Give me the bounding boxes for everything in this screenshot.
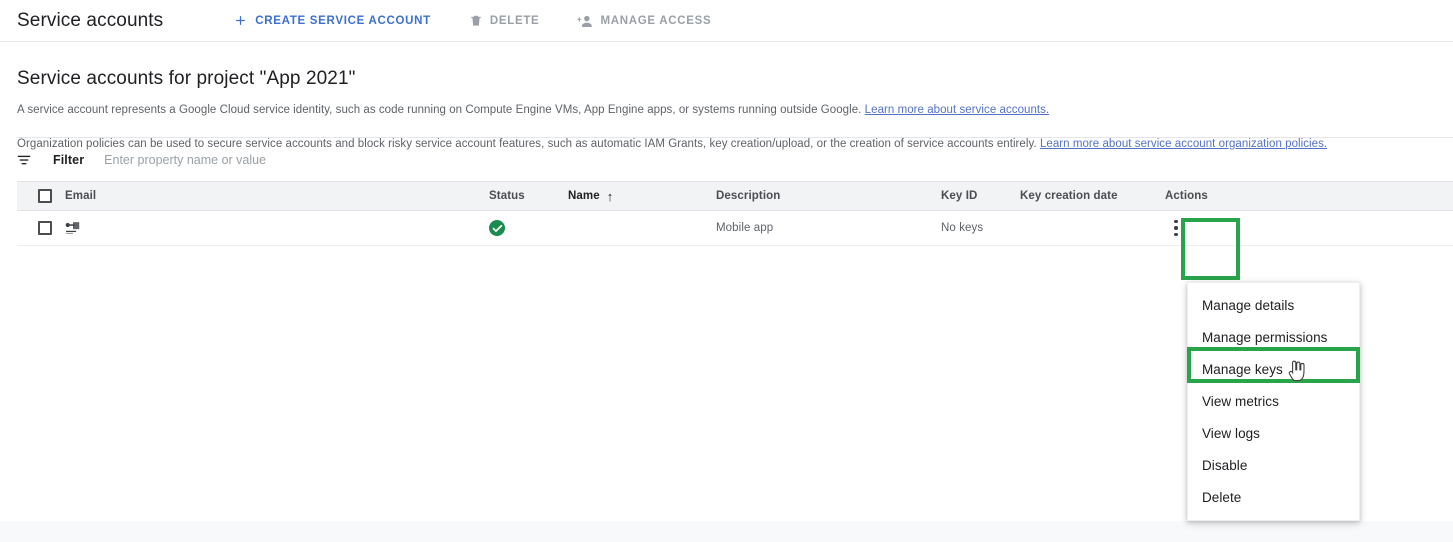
row-select-cell	[17, 221, 65, 235]
check-circle-icon	[489, 220, 505, 236]
column-header-status[interactable]: Status	[489, 190, 568, 202]
trash-icon	[469, 14, 483, 28]
filter-label: Filter	[53, 152, 85, 167]
menu-item-delete[interactable]: Delete	[1188, 481, 1359, 513]
manage-access-button[interactable]: MANAGE ACCESS	[569, 5, 719, 37]
person-add-icon	[577, 14, 593, 28]
service-accounts-page: Service accounts CREATE SERVICE ACCOUNT …	[0, 0, 1453, 542]
cell-status	[489, 220, 568, 236]
menu-item-manage-keys[interactable]: Manage keys	[1188, 353, 1359, 385]
cell-description: Mobile app	[716, 222, 774, 234]
filter-input[interactable]	[102, 151, 523, 168]
page-body: Service accounts for project "App 2021" …	[0, 42, 1453, 152]
menu-item-disable[interactable]: Disable	[1188, 449, 1359, 481]
cell-key-id: No keys	[941, 222, 984, 234]
cell-email	[65, 221, 489, 235]
menu-item-view-logs[interactable]: View logs	[1188, 417, 1359, 449]
description-1-text: A service account represents a Google Cl…	[17, 104, 862, 116]
column-header-email[interactable]: Email	[65, 190, 489, 202]
filter-bar: Filter	[17, 137, 1453, 181]
filter-icon[interactable]	[17, 153, 31, 167]
table-row[interactable]: Mobile app No keys	[17, 211, 1453, 246]
page-heading: Service accounts for project "App 2021"	[17, 68, 356, 89]
row-select-checkbox[interactable]	[38, 221, 52, 235]
create-service-account-label: CREATE SERVICE ACCOUNT	[255, 14, 431, 27]
menu-item-manage-details[interactable]: Manage details	[1188, 289, 1359, 321]
menu-item-manage-permissions[interactable]: Manage permissions	[1188, 321, 1359, 353]
cell-actions	[1165, 214, 1227, 242]
key-badge-icon	[65, 221, 81, 235]
service-accounts-table: Email Status Name ↑ Description Key ID K…	[17, 181, 1453, 246]
row-actions-menu: Manage details Manage permissions Manage…	[1187, 282, 1360, 521]
select-all-checkbox[interactable]	[38, 189, 52, 203]
column-header-key-creation-date[interactable]: Key creation date	[1020, 190, 1165, 202]
menu-item-view-metrics[interactable]: View metrics	[1188, 385, 1359, 417]
select-all-cell	[17, 189, 65, 203]
kebab-menu-icon[interactable]	[1165, 214, 1187, 242]
description-paragraph-1: A service account represents a Google Cl…	[17, 103, 1453, 119]
table-header-row: Email Status Name ↑ Description Key ID K…	[17, 181, 1453, 211]
delete-button[interactable]: DELETE	[461, 5, 548, 37]
column-header-description[interactable]: Description	[716, 190, 941, 202]
delete-label: DELETE	[489, 14, 540, 27]
manage-access-label: MANAGE ACCESS	[600, 14, 712, 27]
create-service-account-button[interactable]: CREATE SERVICE ACCOUNT	[225, 5, 439, 37]
footer-strip	[0, 521, 1453, 542]
column-header-name[interactable]: Name ↑	[568, 190, 716, 203]
column-header-actions: Actions	[1165, 190, 1208, 202]
page-title: Service accounts	[17, 9, 164, 31]
toolbar-actions: CREATE SERVICE ACCOUNT DELETE MANAGE ACC…	[225, 5, 719, 37]
sort-ascending-icon: ↑	[606, 188, 614, 204]
page-toolbar: Service accounts CREATE SERVICE ACCOUNT …	[0, 0, 1453, 42]
column-header-name-label: Name	[568, 190, 600, 202]
plus-icon	[233, 13, 248, 28]
column-header-key-id[interactable]: Key ID	[941, 190, 1020, 202]
learn-more-service-accounts-link[interactable]: Learn more about service accounts.	[865, 104, 1050, 116]
